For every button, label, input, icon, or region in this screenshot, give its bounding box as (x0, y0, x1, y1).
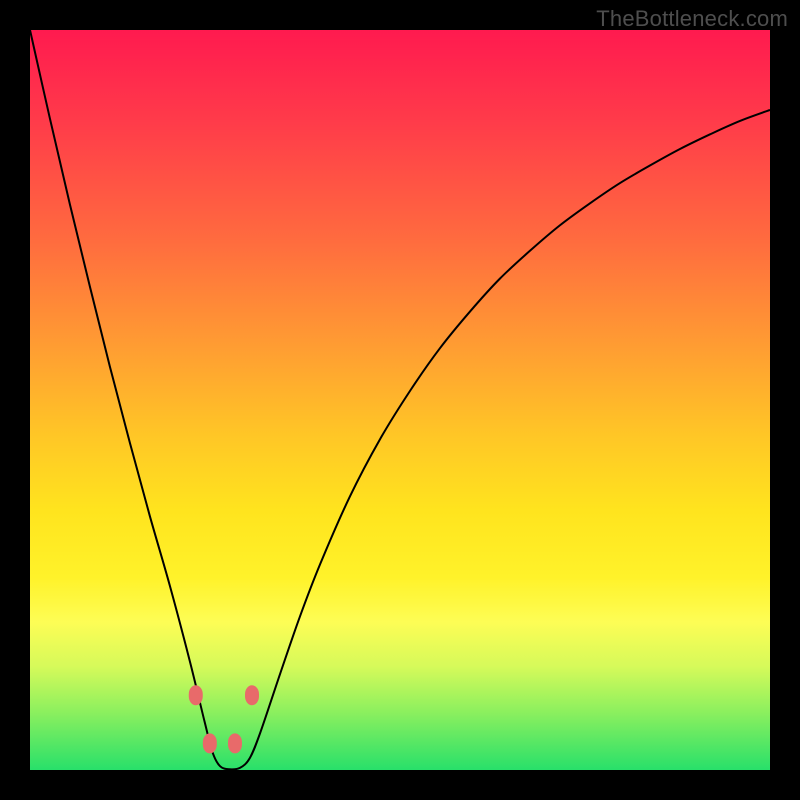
threshold-marker (228, 733, 242, 753)
chart-frame: TheBottleneck.com (0, 0, 800, 800)
bottleneck-curve (30, 30, 770, 769)
watermark-text: TheBottleneck.com (596, 6, 788, 32)
threshold-marker (189, 685, 203, 705)
chart-svg (30, 30, 770, 770)
threshold-marker (245, 685, 259, 705)
threshold-marker (203, 733, 217, 753)
chart-plot-area (30, 30, 770, 770)
threshold-markers (189, 685, 259, 753)
